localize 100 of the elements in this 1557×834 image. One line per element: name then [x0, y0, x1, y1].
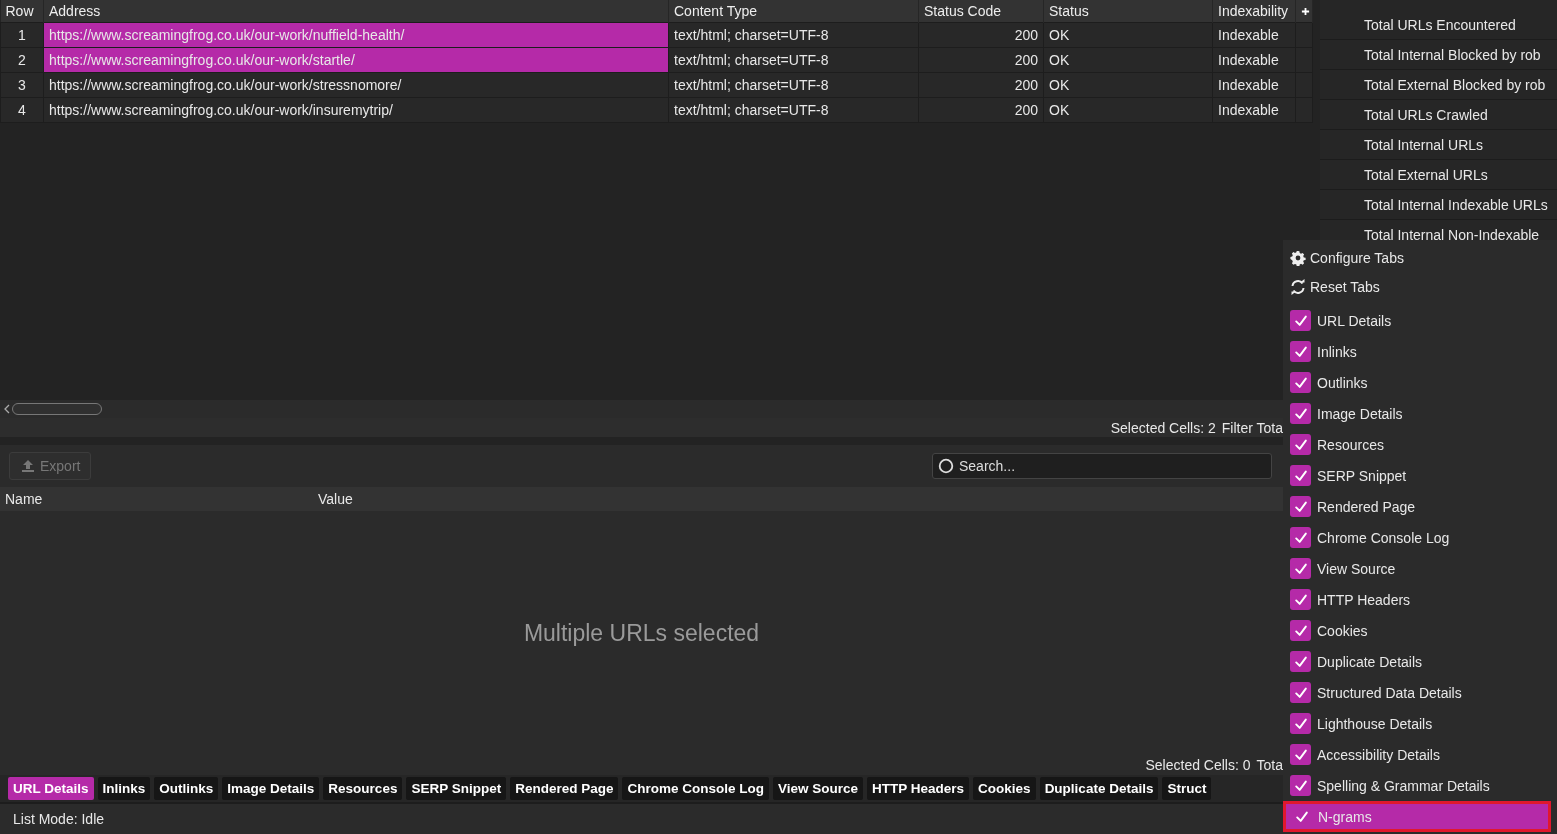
- menu-item[interactable]: Lighthouse Details: [1283, 708, 1557, 739]
- row-number: 1: [0, 22, 44, 48]
- table-cell: 200: [918, 47, 1044, 73]
- check-icon: [1293, 592, 1308, 607]
- table-cell: OK: [1043, 47, 1213, 73]
- checkbox[interactable]: [1290, 775, 1311, 796]
- overview-item[interactable]: Total Internal Blocked by rob: [1364, 46, 1541, 63]
- check-icon: [1293, 685, 1308, 700]
- filter-status: Filter Tota: [1221, 419, 1283, 436]
- menu-item[interactable]: HTTP Headers: [1283, 584, 1557, 615]
- overview-item[interactable]: Total External Blocked by rob: [1364, 76, 1546, 93]
- checkbox[interactable]: [1290, 713, 1311, 734]
- scrollbar-thumb[interactable]: [12, 403, 102, 415]
- menu-item[interactable]: Image Details: [1283, 398, 1557, 429]
- tab[interactable]: Inlinks: [97, 777, 151, 800]
- column-header[interactable]: Indexability: [1212, 0, 1296, 23]
- menu-item[interactable]: Outlinks: [1283, 367, 1557, 398]
- checkbox[interactable]: [1290, 465, 1311, 486]
- checkbox[interactable]: [1290, 558, 1311, 579]
- tab[interactable]: Resources: [323, 777, 403, 800]
- tab[interactable]: HTTP Headers: [867, 777, 970, 800]
- table-cell: OK: [1043, 72, 1213, 98]
- settings-icon: [1290, 249, 1306, 266]
- overview-item[interactable]: Total Internal Non-Indexable: [1364, 226, 1540, 243]
- tab[interactable]: Outlinks: [154, 777, 219, 800]
- checkbox[interactable]: [1290, 310, 1311, 331]
- menu-item[interactable]: Spelling & Grammar Details: [1283, 770, 1557, 801]
- table-cell: https://www.screamingfrog.co.uk/our-work/stressnomore/: [43, 72, 669, 98]
- checkbox[interactable]: [1290, 651, 1311, 672]
- refresh-icon: [1290, 278, 1306, 295]
- check-icon: [1293, 499, 1308, 514]
- check-icon: [1293, 406, 1308, 421]
- checkbox[interactable]: [1290, 372, 1311, 393]
- menu-item[interactable]: Configure Tabs: [1283, 243, 1557, 272]
- overview-item[interactable]: Total External URLs: [1364, 166, 1488, 183]
- table-cell: https://www.screamingfrog.co.uk/our-work/nuffield-health/: [43, 22, 669, 48]
- table-cell: OK: [1043, 22, 1213, 48]
- table-cell: OK: [1043, 97, 1213, 123]
- check-icon: [1293, 375, 1308, 390]
- tab[interactable]: Rendered Page: [510, 777, 619, 800]
- selection-status: Selected Cells: 2: [1110, 419, 1216, 436]
- menu-item[interactable]: Duplicate Details: [1283, 646, 1557, 677]
- scroll-left-icon[interactable]: [4, 404, 10, 414]
- check-icon: [1293, 716, 1308, 731]
- checkbox[interactable]: [1290, 744, 1311, 765]
- menu-item[interactable]: SERP Snippet: [1283, 460, 1557, 491]
- tab[interactable]: View Source: [773, 777, 864, 800]
- add-column-icon[interactable]: [1301, 7, 1310, 16]
- check-icon: [1293, 561, 1308, 576]
- column-header[interactable]: Status: [1043, 0, 1213, 23]
- table-cell: https://www.screamingfrog.co.uk/our-work/insuremytrip/: [43, 97, 669, 123]
- empty-message: Multiple URLs selected: [523, 619, 760, 647]
- checkbox[interactable]: [1290, 496, 1311, 517]
- tab[interactable]: Cookies: [973, 777, 1036, 800]
- overview-item[interactable]: Total Internal Indexable URLs: [1364, 196, 1548, 213]
- table-cell: text/html; charset=UTF-8: [668, 47, 919, 73]
- column-header[interactable]: Address: [43, 0, 669, 23]
- tab[interactable]: URL Details: [8, 777, 94, 800]
- search-icon: [938, 458, 954, 474]
- overview-item[interactable]: Total URLs Crawled: [1364, 106, 1488, 123]
- table-cell: https://www.screamingfrog.co.uk/our-work/startle/: [43, 47, 669, 73]
- table-cell: 200: [918, 22, 1044, 48]
- search-field[interactable]: Search...: [932, 453, 1272, 479]
- tab[interactable]: Chrome Console Log: [622, 777, 769, 800]
- column-header[interactable]: Value: [313, 491, 713, 507]
- check-icon: [1293, 468, 1308, 483]
- menu-item[interactable]: Structured Data Details: [1283, 677, 1557, 708]
- menu-item[interactable]: Resources: [1283, 429, 1557, 460]
- tab[interactable]: Duplicate Details: [1039, 777, 1159, 800]
- table-cell: text/html; charset=UTF-8: [668, 97, 919, 123]
- column-header[interactable]: Name: [0, 491, 313, 507]
- tab[interactable]: Struct: [1162, 777, 1212, 800]
- tab[interactable]: Image Details: [222, 777, 320, 800]
- menu-item[interactable]: Reset Tabs: [1283, 272, 1557, 301]
- checkbox[interactable]: [1290, 589, 1311, 610]
- checkbox[interactable]: [1290, 341, 1311, 362]
- menu-item[interactable]: Rendered Page: [1283, 491, 1557, 522]
- column-header[interactable]: Row: [0, 0, 44, 23]
- menu-item[interactable]: Accessibility Details: [1283, 739, 1557, 770]
- overview-item[interactable]: Total Internal URLs: [1364, 136, 1484, 153]
- checkbox[interactable]: [1290, 403, 1311, 424]
- table-cell: 200: [918, 97, 1044, 123]
- menu-item[interactable]: Cookies: [1283, 615, 1557, 646]
- menu-item[interactable]: N-grams: [1283, 801, 1551, 832]
- menu-item[interactable]: URL Details: [1283, 305, 1557, 336]
- checkbox[interactable]: [1290, 620, 1311, 641]
- menu-item[interactable]: Inlinks: [1283, 336, 1557, 367]
- column-header[interactable]: Status Code: [918, 0, 1044, 23]
- column-header[interactable]: Content Type: [668, 0, 919, 23]
- check-icon: [1293, 313, 1308, 328]
- checkbox[interactable]: [1290, 434, 1311, 455]
- tab[interactable]: SERP Snippet: [406, 777, 507, 800]
- check-icon: [1293, 654, 1308, 669]
- checkbox[interactable]: [1290, 527, 1311, 548]
- table-cell: Indexable: [1212, 22, 1296, 48]
- table-cell: 200: [918, 72, 1044, 98]
- checkbox[interactable]: [1290, 682, 1311, 703]
- menu-item[interactable]: View Source: [1283, 553, 1557, 584]
- menu-item[interactable]: Chrome Console Log: [1283, 522, 1557, 553]
- overview-item[interactable]: Total URLs Encountered: [1364, 16, 1516, 33]
